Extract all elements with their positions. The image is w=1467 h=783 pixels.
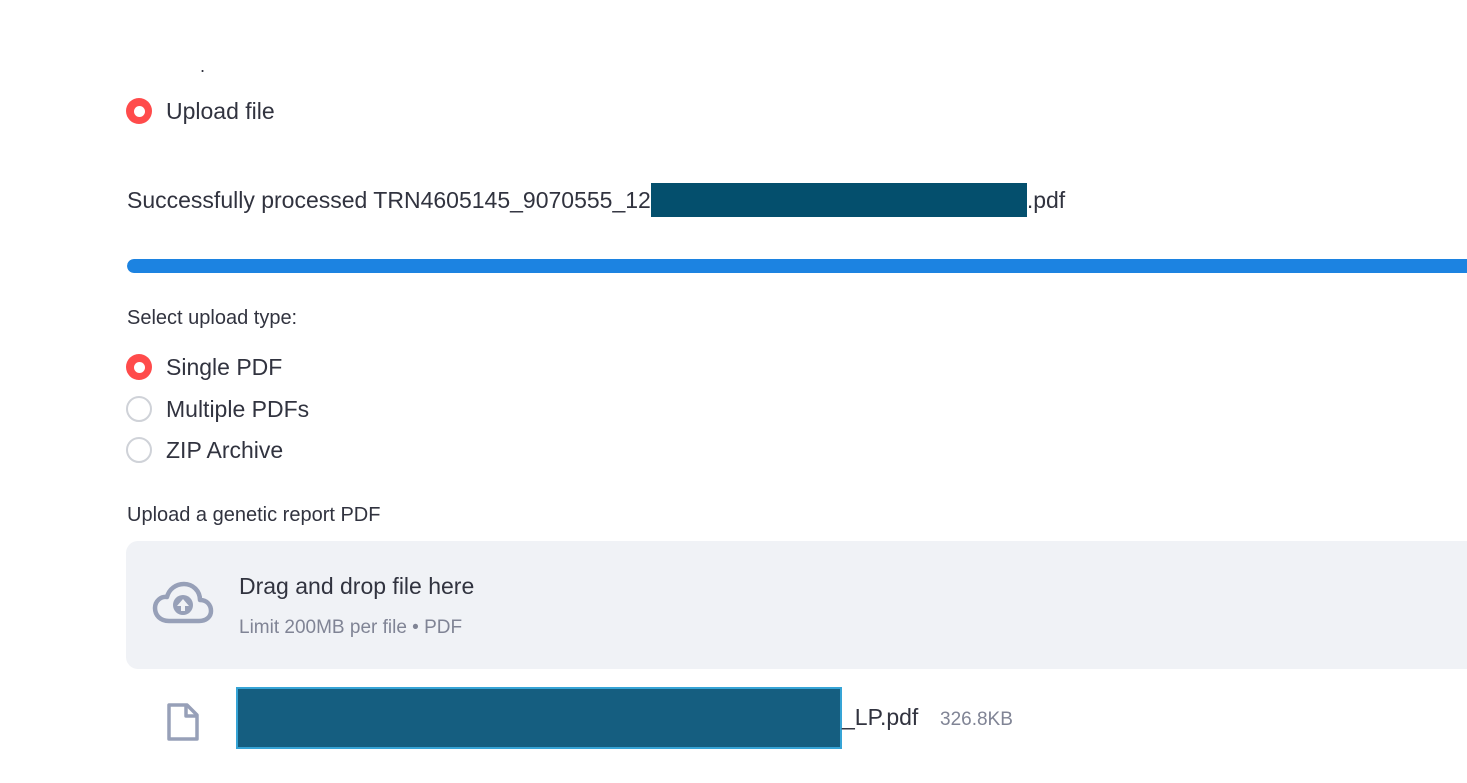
- radio-button-checked[interactable]: [126, 354, 152, 380]
- uploader-label: Upload a genetic report PDF: [127, 504, 381, 526]
- radio-button-unchecked[interactable]: [126, 437, 152, 463]
- file-dropzone[interactable]: [126, 541, 1467, 669]
- radio-button-unchecked[interactable]: [126, 396, 152, 422]
- status-text-prefix: Successfully processed TRN4605145_907055…: [127, 187, 651, 213]
- cloud-upload-icon: [152, 581, 214, 624]
- radio-option-zip-archive[interactable]: ZIP Archive: [126, 435, 283, 465]
- dropzone-limit-text: Limit 200MB per file • PDF: [239, 617, 463, 638]
- processing-status-text: Successfully processed TRN4605145_907055…: [127, 183, 1065, 217]
- radio-label: Upload file: [166, 97, 275, 124]
- radio-label: Single PDF: [166, 353, 283, 380]
- radio-label: Multiple PDFs: [166, 395, 310, 422]
- uploaded-filename-tail: _LP.pdf: [842, 704, 919, 730]
- uploaded-file-size: 326.8KB: [940, 709, 1013, 730]
- redacted-uploaded-filename: [236, 687, 842, 749]
- redacted-filename-block: [650, 183, 1027, 217]
- progress-bar: [127, 259, 1467, 273]
- file-icon: [167, 703, 199, 741]
- upload-type-label: Select upload type:: [127, 307, 298, 329]
- dropzone-title: Drag and drop file here: [239, 573, 475, 599]
- radio-option-single-pdf[interactable]: Single PDF: [126, 352, 282, 382]
- radio-button-checked[interactable]: [126, 98, 152, 124]
- radio-option-upload-file[interactable]: Upload file: [126, 96, 275, 126]
- progress-bar-fill: [127, 259, 1467, 273]
- radio-label: ZIP Archive: [166, 436, 284, 463]
- status-text-suffix: .pdf: [1026, 187, 1066, 213]
- clipped-content-remnant: ,: [200, 60, 206, 72]
- radio-option-multiple-pdfs[interactable]: Multiple PDFs: [126, 394, 309, 424]
